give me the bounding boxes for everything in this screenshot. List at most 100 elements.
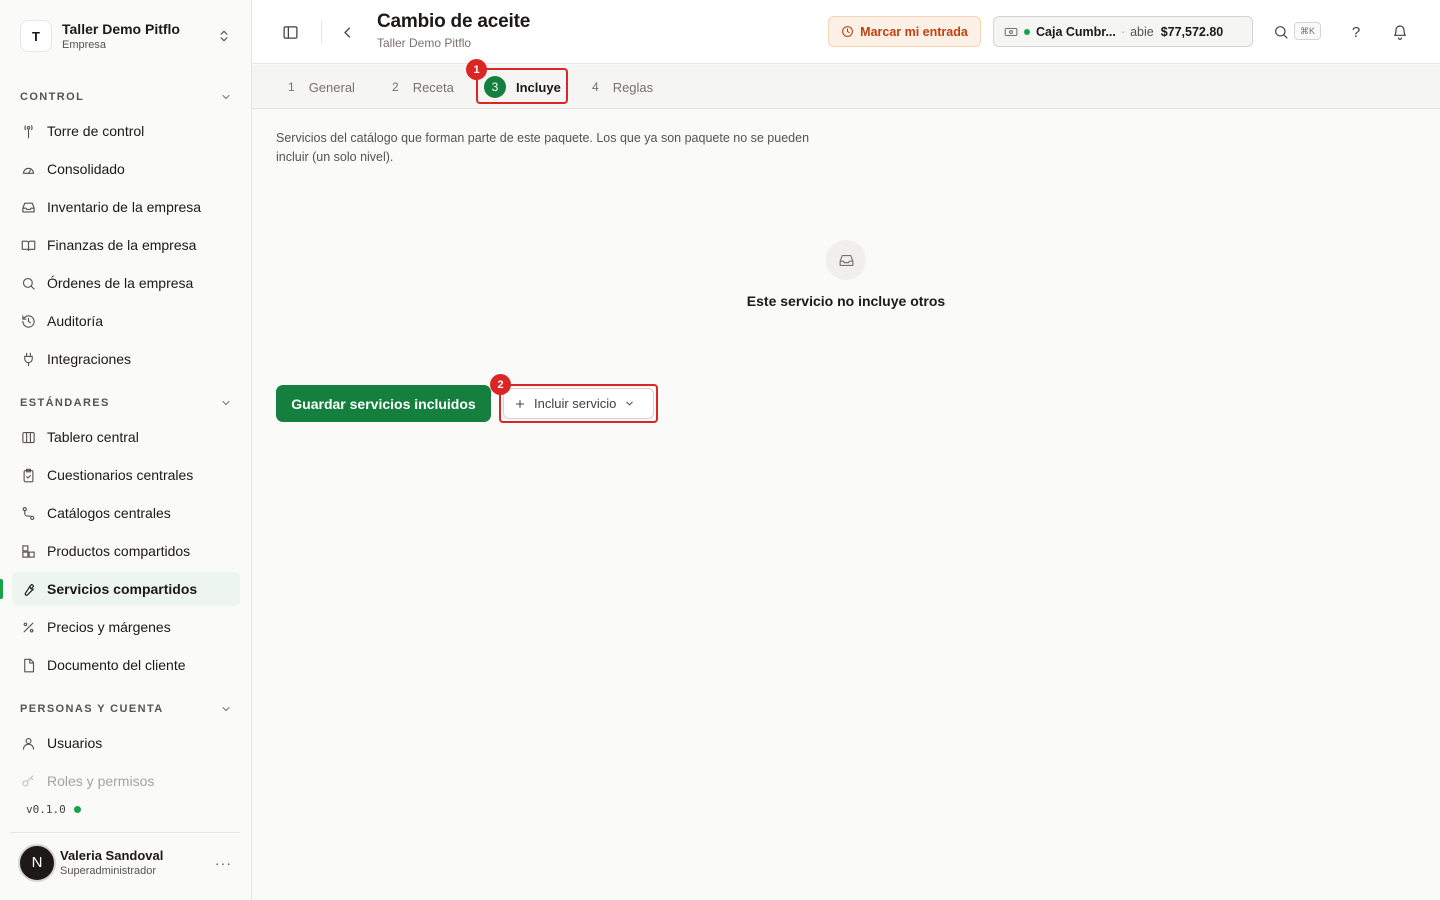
section-estandares[interactable]: ESTÁNDARES [12,391,240,415]
chevrons-up-down-icon [216,28,232,44]
section-control[interactable]: CONTROL [12,85,240,109]
inbox-icon [20,199,36,215]
clock-in-button[interactable]: Marcar mi entrada [828,16,981,47]
version-text: v0.1.0 [26,803,66,816]
avatar: N [18,843,56,882]
gauge-icon [20,161,36,177]
include-service-dropdown[interactable]: Incluir servicio [503,388,654,419]
tab-reglas[interactable]: 4 Reglas [592,73,653,101]
sidebar-item-auditoria[interactable]: Auditoría [12,304,240,338]
sidebar-item-torre[interactable]: Torre de control [12,114,240,148]
chevron-down-icon [624,398,635,409]
sidebar-item-integraciones[interactable]: Integraciones [12,342,240,376]
sidebar-item-inventario[interactable]: Inventario de la empresa [12,190,240,224]
columns-icon [20,429,36,445]
top-header: Cambio de aceite Taller Demo Pitflo Marc… [252,0,1440,64]
percent-icon [20,619,36,635]
sidebar-item-label: Consolidado [47,161,125,177]
tab-receta[interactable]: 2 Receta [392,73,454,101]
user-icon [20,735,36,751]
page-subtitle: Taller Demo Pitflo [377,36,472,50]
org-name: Taller Demo Pitflo [62,21,180,37]
sidebar-item-roles[interactable]: Roles y permisos [12,764,240,798]
sidebar-item-label: Precios y márgenes [47,619,171,635]
cash-separator: · [1120,24,1126,39]
org-type: Empresa [62,39,107,51]
sidebar-item-label: Inventario de la empresa [47,199,202,215]
sidebar-item-consolidado[interactable]: Consolidado [12,152,240,186]
tab-number: 4 [592,80,599,94]
sidebar-item-productos[interactable]: Productos compartidos [12,534,240,568]
help-icon[interactable]: ? [1342,18,1370,46]
step-tabs: 1 General 2 Receta 3 Incluye 4 Reglas [252,65,1440,109]
sidebar-item-documento[interactable]: Documento del cliente [12,648,240,682]
sidebar-item-usuarios[interactable]: Usuarios [12,726,240,760]
plug-icon [20,351,36,367]
tab-number: 1 [288,80,295,94]
sidebar-item-label: Órdenes de la empresa [47,275,194,291]
app-version: v0.1.0 [26,803,81,816]
wrench-icon [20,581,36,597]
cash-register-selector[interactable]: Caja Cumbr... · abie $77,572.80 [993,16,1253,47]
section-personas[interactable]: PERSONAS Y CUENTA [12,697,240,721]
user-role: Superadministrador [60,865,156,877]
save-included-services-button[interactable]: Guardar servicios incluidos [276,385,491,422]
sidebar-item-label: Roles y permisos [47,773,155,789]
sidebar-item-label: Productos compartidos [47,543,191,559]
section-control-title: CONTROL [20,91,85,103]
bell-icon[interactable] [1386,18,1414,46]
annotation-badge-2: 2 [490,374,511,395]
sidebar-item-finanzas[interactable]: Finanzas de la empresa [12,228,240,262]
route-icon [20,505,36,521]
user-menu[interactable]: N Valeria Sandoval Superadministrador ··… [10,832,240,892]
status-dot [1024,28,1030,35]
search-shortcut: ⌘K [1294,22,1322,40]
search-icon[interactable] [1267,18,1295,46]
inbox-icon [826,240,866,280]
sidebar-item-ordenes[interactable]: Órdenes de la empresa [12,266,240,300]
sidebar-item-label: Finanzas de la empresa [47,237,197,253]
sidebar-item-cuestionarios[interactable]: Cuestionarios centrales [12,458,240,492]
search-icon [20,275,36,291]
tab-label: Incluye [516,79,561,95]
sidebar-toggle-icon[interactable] [276,18,304,46]
tab-number: 3 [484,76,506,98]
sidebar-item-label: Integraciones [47,351,132,367]
file-icon [20,657,36,673]
history-icon [20,313,36,329]
sidebar-item-precios[interactable]: Precios y márgenes [12,610,240,644]
clipboard-check-icon [20,467,36,483]
annotation-badge-1: 1 [466,59,487,80]
section-personas-title: PERSONAS Y CUENTA [20,703,164,715]
org-avatar: T [20,20,52,52]
header-divider [321,20,322,44]
empty-state-text: Este servicio no incluye otros [746,293,946,309]
sidebar-item-label: Cuestionarios centrales [47,467,194,483]
page-title: Cambio de aceite [377,11,531,32]
sidebar-item-tablero[interactable]: Tablero central [12,420,240,454]
cash-status: abie [1130,24,1154,39]
section-description: Servicios del catálogo que forman parte … [276,131,810,164]
tab-number: 2 [392,80,399,94]
sidebar-item-label: Tablero central [47,429,139,445]
back-icon[interactable] [333,18,361,46]
book-open-icon [20,237,36,253]
sidebar-item-catalogos[interactable]: Catálogos centrales [12,496,240,530]
org-switcher[interactable]: T Taller Demo Pitflo Empresa [12,12,240,60]
tab-label: Reglas [612,79,654,95]
tab-label: General [308,79,355,95]
tab-label: Receta [412,79,454,95]
include-service-label: Incluir servicio [534,396,617,411]
sidebar-item-servicios[interactable]: Servicios compartidos [0,572,240,606]
cash-name: Caja Cumbr... [1036,24,1116,39]
more-icon[interactable]: ··· [215,855,232,871]
plus-icon [514,398,526,410]
clock-in-label: Marcar mi entrada [860,24,968,39]
section-estandares-title: ESTÁNDARES [20,397,110,409]
sidebar-item-label: Torre de control [47,123,145,139]
chevron-down-icon [222,707,230,712]
tab-general[interactable]: 1 General [288,73,355,101]
tab-incluye[interactable]: 3 Incluye [484,73,561,101]
clock-icon [841,25,854,38]
chevron-down-icon [222,95,230,100]
